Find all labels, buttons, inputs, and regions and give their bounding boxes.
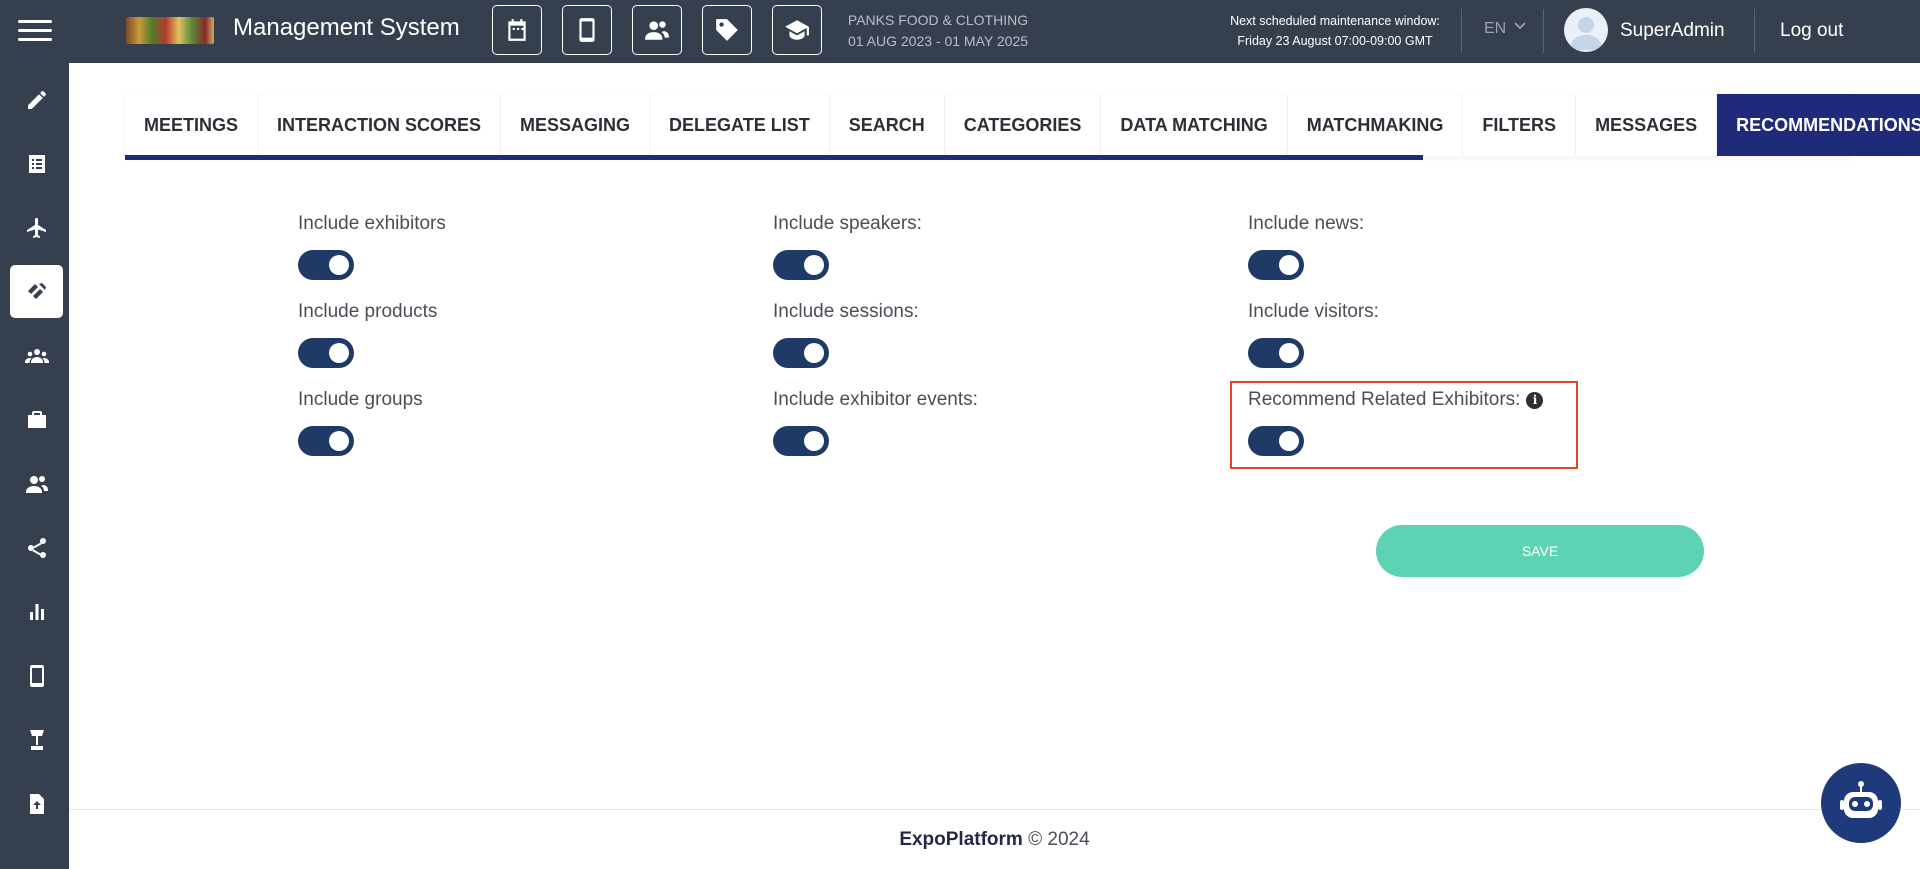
event-logo [126,17,214,44]
mobile-icon[interactable] [10,649,63,702]
tab-categories[interactable]: CATEGORIES [943,94,1101,156]
save-button[interactable]: SAVE [1376,525,1704,577]
divider [1754,9,1755,53]
toggle-knob [804,343,824,363]
footer-brand: ExpoPlatform [899,829,1023,850]
divider [1543,9,1544,53]
option-label-sessions: Include sessions: [773,301,919,322]
tab-delegate-list[interactable]: DELEGATE LIST [649,94,829,156]
event-dates: 01 AUG 2023 - 01 MAY 2025 [847,33,1029,49]
briefcase-icon[interactable] [10,393,63,446]
avatar[interactable] [1564,8,1608,52]
footer-divider [69,809,1920,810]
toggle-knob [329,343,349,363]
user-name[interactable]: SuperAdmin [1620,20,1725,42]
tab-matchmaking[interactable]: MATCHMAKING [1286,94,1463,156]
mobile-icon[interactable] [562,5,612,55]
option-label-speakers: Include speakers: [773,213,922,234]
tab-bar: MEETINGS INTERACTION SCORES MESSAGING DE… [125,94,1920,156]
tab-messaging[interactable]: MESSAGING [500,94,650,156]
toggle-knob [329,431,349,451]
toggle-include-speakers[interactable] [773,250,829,280]
toggle-include-sessions[interactable] [773,338,829,368]
toggle-include-visitors[interactable] [1248,338,1304,368]
sidebar [0,63,69,869]
highlight-box [1230,381,1578,469]
language-selector[interactable]: EN [1484,20,1526,38]
plane-icon[interactable] [10,201,63,254]
event-info: PANKS FOOD & CLOTHING 01 AUG 2023 - 01 M… [845,10,1031,52]
option-label-visitors: Include visitors: [1248,301,1379,322]
tab-search[interactable]: SEARCH [828,94,944,156]
tab-messages[interactable]: MESSAGES [1575,94,1717,156]
option-label-exhibitors: Include exhibitors [298,213,446,234]
lamp-icon[interactable] [10,713,63,766]
event-name: PANKS FOOD & CLOTHING [847,12,1029,28]
toggle-knob [804,431,824,451]
option-label-products: Include products [298,301,438,322]
user-friends-icon[interactable] [10,457,63,510]
robot-icon [1840,781,1882,818]
handshake-icon[interactable] [10,265,63,318]
top-bar: Management System PANKS FOOD & CLOTHING … [0,0,1920,63]
file-upload-icon[interactable] [10,777,63,830]
toggle-knob [1279,343,1299,363]
list-icon[interactable] [10,137,63,190]
maintenance-time: Friday 23 August 07:00-09:00 GMT [1237,34,1433,48]
toggle-include-groups[interactable] [298,426,354,456]
tag-icon[interactable] [702,5,752,55]
divider [1461,9,1462,53]
group-icon[interactable] [10,329,63,382]
toggle-include-news[interactable] [1248,250,1304,280]
share-icon[interactable] [10,521,63,574]
footer-copyright: © 2024 [1028,829,1090,850]
maintenance-notice: Next scheduled maintenance window: Frida… [1220,11,1450,51]
footer: ExpoPlatform © 2024 [0,829,1920,851]
chatbot-button[interactable] [1821,763,1901,843]
maintenance-title: Next scheduled maintenance window: [1230,14,1440,28]
tab-recommendations[interactable]: RECOMMENDATIONS [1716,94,1920,156]
tab-underline [125,155,1423,160]
logout-button[interactable]: Log out [1780,20,1843,42]
pencil-icon[interactable] [10,73,63,126]
toggle-knob [1279,255,1299,275]
graduation-cap-icon[interactable] [772,5,822,55]
chevron-down-icon [1514,22,1526,30]
toggle-include-exhibitors[interactable] [298,250,354,280]
tab-interaction-scores[interactable]: INTERACTION SCORES [257,94,501,156]
toggle-knob [804,255,824,275]
option-label-groups: Include groups [298,389,423,410]
option-label-exhibitor-events: Include exhibitor events: [773,389,978,410]
calendar-icon[interactable] [492,5,542,55]
app-title: Management System [233,14,460,41]
tab-filters[interactable]: FILTERS [1462,94,1576,156]
hamburger-menu-icon[interactable] [18,20,52,44]
option-label-news: Include news: [1248,213,1365,234]
toggle-include-products[interactable] [298,338,354,368]
tab-data-matching[interactable]: DATA MATCHING [1100,94,1287,156]
toggle-include-exhibitor-events[interactable] [773,426,829,456]
tab-meetings[interactable]: MEETINGS [125,94,258,156]
language-code: EN [1484,20,1507,37]
toggle-knob [329,255,349,275]
users-icon[interactable] [632,5,682,55]
bar-chart-icon[interactable] [10,585,63,638]
